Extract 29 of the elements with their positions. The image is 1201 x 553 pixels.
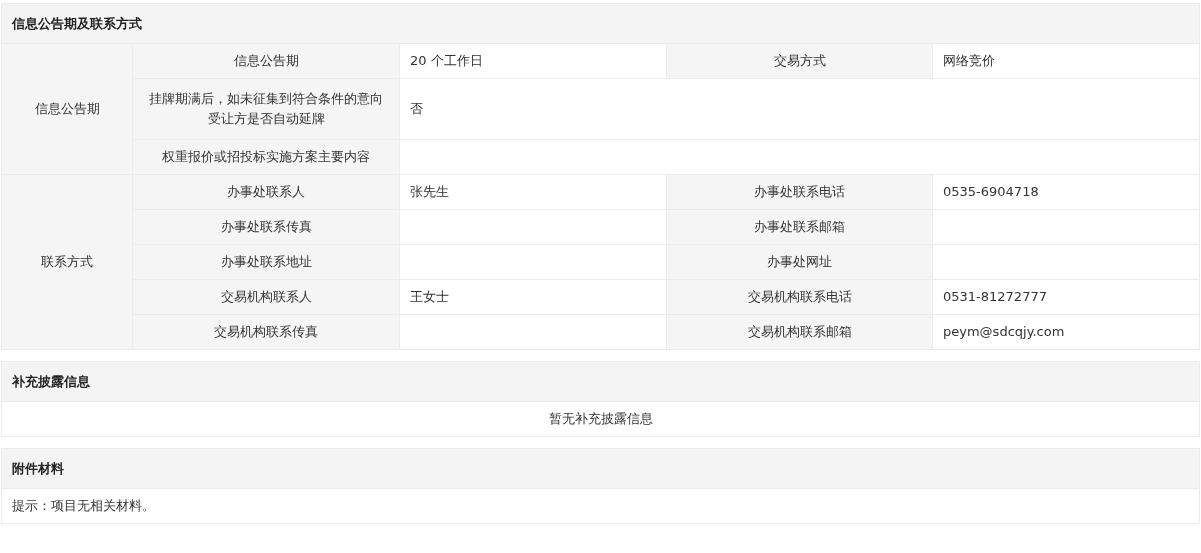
field-label: 办事处联系邮箱 [666, 209, 933, 245]
field-label: 交易机构联系邮箱 [666, 314, 933, 350]
field-value: 20 个工作日 [399, 43, 667, 79]
field-label: 信息公告期 [132, 43, 400, 79]
note-text: 提示：项目无相关材料。 [1, 488, 1200, 524]
field-label: 交易机构联系人 [132, 279, 400, 315]
field-value: 张先生 [399, 174, 667, 210]
field-label: 交易机构联系传真 [132, 314, 400, 350]
field-label: 办事处网址 [666, 244, 933, 280]
field-value: 王女士 [399, 279, 667, 315]
field-label: 权重报价或招投标实施方案主要内容 [132, 139, 400, 175]
field-label: 办事处联系电话 [666, 174, 933, 210]
field-label: 办事处联系地址 [132, 244, 400, 280]
field-value: 网络竞价 [932, 43, 1200, 79]
field-label: 办事处联系传真 [132, 209, 400, 245]
field-label: 交易机构联系电话 [666, 279, 933, 315]
field-label: 交易方式 [666, 43, 933, 79]
section-title: 附件材料 [1, 448, 1200, 489]
field-value: 0531-81272777 [932, 279, 1200, 315]
section-title: 补充披露信息 [1, 361, 1200, 402]
note-text: 暂无补充披露信息 [1, 401, 1200, 437]
section-title: 信息公告期及联系方式 [1, 3, 1200, 44]
field-label: 挂牌期满后，如未征集到符合条件的意向受让方是否自动延牌 [132, 78, 400, 140]
field-label: 办事处联系人 [132, 174, 400, 210]
group-label: 联系方式 [1, 174, 133, 350]
field-value: 否 [399, 78, 1200, 140]
field-value: peym@sdcqjy.com [932, 314, 1200, 350]
field-value: 0535-6904718 [932, 174, 1200, 210]
group-label: 信息公告期 [1, 43, 133, 175]
